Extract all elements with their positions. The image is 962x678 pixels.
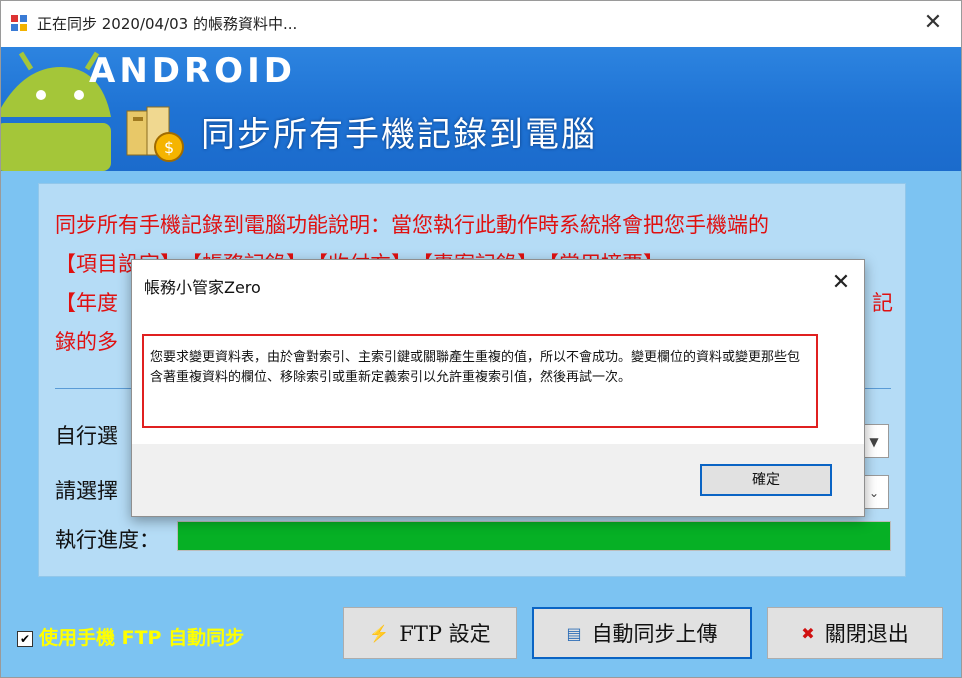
list-window-icon: ▤ (566, 623, 582, 643)
checkbox-checked-icon: ✔ (17, 630, 33, 647)
dialog-message: 您要求變更資料表，由於會對索引、主索引鍵或關聯產生重複的值，所以不會成功。變更欄… (150, 350, 801, 385)
close-circle-icon: ✖ (801, 623, 815, 643)
window-close-button[interactable]: ✕ (905, 1, 961, 47)
window-title: 正在同步 2020/04/03 的帳務資料中... (37, 15, 298, 33)
banner: ANDROID $ 同步所有手機記錄到電腦 (1, 47, 961, 171)
dialog-footer: 確定 (132, 444, 864, 516)
app-window: 正在同步 2020/04/03 的帳務資料中... ✕ ANDROID $ 同步… (0, 0, 962, 678)
progress-bar (177, 521, 891, 551)
lightning-icon: ⚡ (369, 623, 390, 643)
ftp-auto-sync-checkbox[interactable]: ✔ 使用手機 FTP 自動同步 (17, 623, 244, 650)
error-dialog: 帳務小管家Zero ✕ 您要求變更資料表，由於會對索引、主索引鍵或關聯產生重複的… (131, 259, 865, 517)
books-coin-icon: $ (126, 106, 184, 162)
close-exit-label: 關閉退出 (824, 622, 909, 646)
chevron-down-icon: ▼ (869, 435, 879, 449)
auto-sync-upload-button[interactable]: ▤ 自動同步上傳 (532, 607, 752, 659)
ftp-settings-button[interactable]: ⚡ FTP 設定 (343, 607, 517, 659)
desc-line-3: 【年度 (55, 291, 118, 315)
desc-line-1: 同步所有手機記錄到電腦功能說明：當您執行此動作時系統將會把您手機端的 (55, 213, 769, 237)
dialog-close-button[interactable]: ✕ (818, 260, 864, 306)
choose-label: 請選擇 (55, 479, 118, 503)
ftp-settings-label: FTP 設定 (399, 622, 491, 646)
progress-fill (178, 522, 890, 550)
dialog-title: 帳務小管家Zero (144, 278, 261, 297)
close-exit-button[interactable]: ✖ 關閉退出 (767, 607, 943, 659)
banner-headline: 同步所有手機記錄到電腦 (201, 115, 597, 155)
desc-line-3-right: 記 (872, 291, 893, 315)
progress-label: 執行進度： (55, 528, 160, 552)
svg-text:$: $ (164, 138, 174, 157)
chevron-down-icon: ⌄ (868, 486, 880, 500)
ftp-auto-sync-label: 使用手機 FTP 自動同步 (39, 627, 245, 649)
dialog-ok-button[interactable]: 確定 (700, 464, 832, 496)
manual-select-label: 自行選 (55, 424, 118, 448)
title-bar: 正在同步 2020/04/03 的帳務資料中... ✕ (1, 1, 961, 47)
android-wordmark: ANDROID (89, 51, 296, 91)
app-icon (11, 15, 27, 31)
auto-sync-upload-label: 自動同步上傳 (591, 622, 718, 646)
